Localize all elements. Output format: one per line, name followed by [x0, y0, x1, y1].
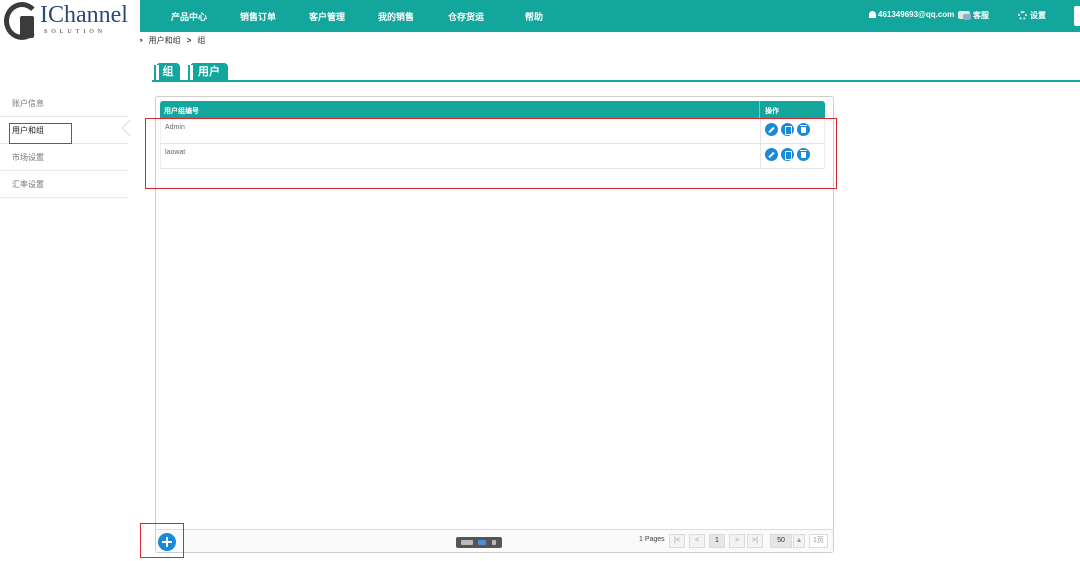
nav-item-customers[interactable]: 客户管理	[309, 10, 345, 23]
logo[interactable]: IChannel SOLUTION	[0, 0, 140, 44]
user-email: 461349693@qq.com	[878, 10, 955, 19]
table-row[interactable]: laowat	[160, 144, 825, 169]
breadcrumb-separator: >	[186, 36, 192, 45]
page-size-arrow[interactable]: ▲	[793, 534, 805, 548]
copy-icon[interactable]	[781, 148, 794, 161]
row-actions	[765, 123, 810, 136]
support-button[interactable]: 客服	[958, 10, 989, 21]
toolbar-widget[interactable]	[456, 537, 502, 548]
edit-icon[interactable]	[765, 148, 778, 161]
corner-button[interactable]	[1074, 6, 1080, 26]
tab-user[interactable]: 用户	[188, 63, 228, 81]
first-page-button[interactable]: |<	[669, 534, 685, 548]
support-label: 客服	[973, 11, 989, 20]
logo-brand: IChannel	[40, 2, 128, 28]
nav-item-sales-orders[interactable]: 销售订单	[240, 10, 276, 23]
sidebar-item-account-info[interactable]: 账户信息	[0, 90, 128, 117]
settings-button[interactable]: 设置	[1018, 10, 1046, 21]
column-header-group-id[interactable]: 用户组编号	[164, 106, 199, 116]
page-count: 1 Pages	[639, 536, 665, 543]
top-nav-bar: 产品中心 销售订单 客户管理 我的销售 仓存货运 帮助 461349693@qq…	[135, 0, 1080, 32]
group-name: Admin	[165, 124, 185, 131]
chat-icon	[958, 11, 971, 20]
group-name: laowat	[165, 149, 186, 156]
nav-item-my-sales[interactable]: 我的销售	[378, 10, 414, 23]
nav-item-warehouse[interactable]: 仓存货运	[448, 10, 484, 23]
sidebar-item-market-settings[interactable]: 市场设置	[0, 144, 128, 171]
copy-icon[interactable]	[781, 123, 794, 136]
settings-label: 设置	[1030, 11, 1046, 20]
group-grid-panel: 用户组编号 操作 Admin laowat 1 Pages |< < 1 > >…	[155, 96, 834, 553]
logo-subtitle: SOLUTION	[44, 29, 106, 35]
trash-icon[interactable]	[797, 148, 810, 161]
gear-icon	[1018, 11, 1027, 20]
breadcrumb-current: 组	[197, 36, 206, 45]
tab-group[interactable]: 组	[154, 63, 180, 81]
row-actions	[765, 148, 810, 161]
nav-item-help[interactable]: 帮助	[525, 10, 543, 23]
grid-footer-pager: 1 Pages |< < 1 > >| 50 ▲ 1页	[156, 529, 833, 552]
trash-icon[interactable]	[797, 123, 810, 136]
prev-page-button[interactable]: <	[689, 534, 705, 548]
sidebar-item-exchange-rate[interactable]: 汇率设置	[0, 171, 128, 198]
sidebar: 账户信息 用户和组 市场设置 汇率设置	[0, 90, 128, 198]
table-row[interactable]: Admin	[160, 119, 825, 144]
user-menu[interactable]: 461349693@qq.com	[869, 10, 954, 19]
user-icon	[869, 11, 876, 18]
sidebar-item-users-groups[interactable]: 用户和组	[0, 117, 128, 144]
grid-header: 用户组编号 操作	[160, 101, 825, 119]
breadcrumb-mid[interactable]: 用户和组	[149, 36, 181, 45]
add-group-button[interactable]	[158, 533, 176, 551]
edit-icon[interactable]	[765, 123, 778, 136]
next-page-button[interactable]: >	[729, 534, 745, 548]
page: 产品中心 销售订单 客户管理 我的销售 仓存货运 帮助 461349693@qq…	[0, 0, 1080, 561]
page-jump-input[interactable]: 1页	[809, 534, 828, 548]
tab-underline	[152, 80, 1080, 82]
last-page-button[interactable]: >|	[747, 534, 763, 548]
current-page-button[interactable]: 1	[709, 534, 725, 548]
nav-item-products[interactable]: 产品中心	[171, 10, 207, 23]
page-size-select[interactable]: 50	[770, 534, 792, 548]
column-header-actions: 操作	[765, 108, 779, 115]
